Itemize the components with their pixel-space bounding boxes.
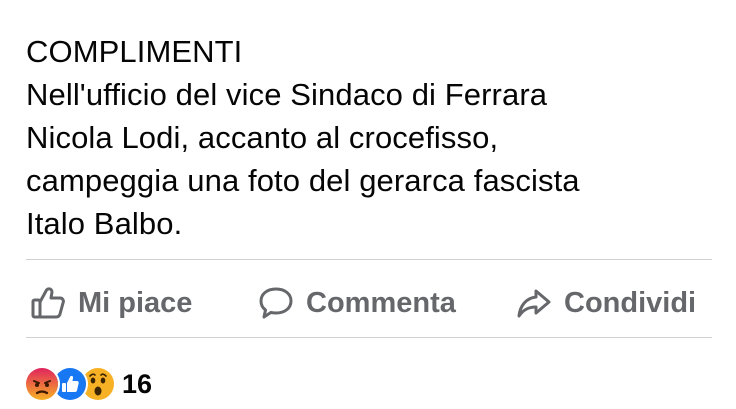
speech-bubble-icon bbox=[256, 283, 296, 323]
angry-reaction-icon bbox=[24, 366, 60, 402]
reactions-summary[interactable]: 16 bbox=[24, 366, 152, 402]
comment-button-label: Commenta bbox=[306, 286, 456, 319]
reaction-icons bbox=[24, 366, 116, 402]
share-button-label: Condividi bbox=[564, 286, 697, 319]
comment-button[interactable]: Commenta bbox=[256, 276, 456, 330]
like-button[interactable]: Mi piace bbox=[28, 276, 192, 330]
post-text-line: Italo Balbo. bbox=[26, 206, 183, 241]
post-text-line: COMPLIMENTI bbox=[26, 34, 243, 69]
share-button[interactable]: Condividi bbox=[514, 276, 696, 330]
thumbs-up-icon bbox=[28, 283, 68, 323]
post-actions-bar: Mi piace Commenta Condividi bbox=[26, 276, 726, 330]
divider bbox=[26, 259, 712, 260]
share-arrow-icon bbox=[514, 283, 554, 323]
post-text-line: campeggia una foto del gerarca fascista bbox=[26, 163, 580, 198]
divider bbox=[26, 337, 712, 338]
post-text: COMPLIMENTI Nell'ufficio del vice Sindac… bbox=[26, 30, 726, 245]
post-text-line: Nell'ufficio del vice Sindaco di Ferrara bbox=[26, 77, 548, 112]
like-button-label: Mi piace bbox=[78, 286, 193, 319]
post-text-line: Nicola Lodi, accanto al crocefisso, bbox=[26, 120, 499, 155]
reaction-count: 16 bbox=[122, 368, 153, 399]
